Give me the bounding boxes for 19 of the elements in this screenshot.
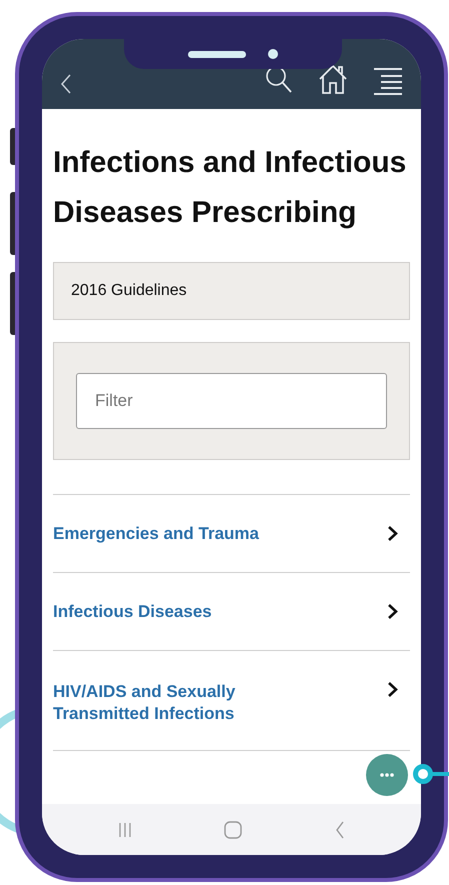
- home-button-icon[interactable]: [224, 820, 242, 838]
- home-icon[interactable]: [317, 63, 349, 95]
- topic-row[interactable]: Emergencies and Trauma: [53, 495, 410, 573]
- topic-label: Emergencies and Trauma: [53, 522, 259, 544]
- page-title: Infections and Infectious Diseases Prescribing: [53, 145, 408, 231]
- guidelines-panel[interactable]: 2016 Guidelines: [53, 262, 410, 320]
- recent-apps-icon[interactable]: [118, 822, 132, 838]
- topic-label: HIV/AIDS and Sexually Transmitted Infections: [53, 681, 236, 725]
- topic-row[interactable]: HIV/AIDS and Sexually Transmitted Infections: [53, 651, 410, 751]
- chevron-icon: [387, 603, 398, 620]
- more-icon: [380, 773, 394, 777]
- chevron-icon: [387, 681, 398, 698]
- menu-icon[interactable]: [373, 67, 403, 95]
- topic-row[interactable]: Infectious Diseases: [53, 573, 410, 651]
- back-icon[interactable]: [60, 73, 72, 95]
- chevron-icon: [387, 525, 398, 542]
- topic-label: Infectious Diseases: [53, 600, 212, 622]
- filter-field[interactable]: Filter: [76, 373, 387, 429]
- guidelines-label: 2016 Guidelines: [71, 281, 187, 301]
